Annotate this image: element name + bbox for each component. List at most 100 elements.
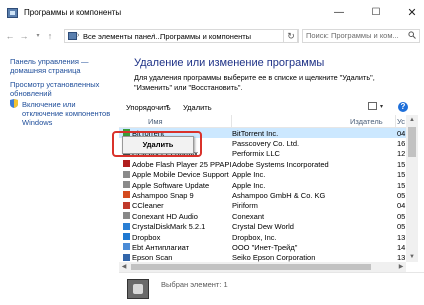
program-name: Ashampoo Snap 9 [132, 190, 194, 200]
horizontal-scrollbar[interactable]: ◀ ▶ [119, 262, 406, 272]
program-name: Ebt Антиплагиат [132, 242, 190, 252]
program-icon [123, 191, 130, 199]
program-icon [127, 279, 149, 299]
program-version: 04 [397, 201, 406, 211]
breadcrumb-separator: › [153, 32, 156, 39]
search-input[interactable]: Поиск: Программы и ком... [302, 29, 420, 43]
close-button[interactable]: ✕ [398, 4, 424, 22]
program-version: 05 [397, 222, 406, 232]
program-icon [123, 212, 130, 220]
program-name: CrystalDiskMark 5.2.1 [132, 222, 206, 232]
column-header-publisher[interactable]: Издатель [350, 117, 383, 126]
program-icon [123, 233, 130, 240]
program-name: Conexant HD Audio [132, 211, 198, 221]
program-publisher: ООО "Инет-Трейд" [232, 242, 298, 252]
program-version: 13 [397, 232, 406, 242]
program-version: 12 [397, 149, 406, 159]
program-publisher: Dropbox, Inc. [232, 232, 277, 242]
refresh-icon[interactable]: ↻ [283, 29, 299, 43]
column-header-name[interactable]: Имя [148, 117, 163, 126]
programs-icon [7, 8, 18, 18]
help-icon[interactable]: ? [398, 102, 408, 112]
sidebar-link-home[interactable]: Панель управления — домашняя страница [10, 57, 110, 75]
chevron-down-icon[interactable]: ▾ [380, 103, 383, 110]
page-title: Удаление или изменение программы [134, 57, 325, 69]
table-row[interactable]: Ebt Антиплагиат ООО "Инет-Трейд" 14 [119, 242, 406, 252]
table-row[interactable]: Apple Mobile Device Support Apple Inc. 15 [119, 170, 406, 180]
program-version: 04 [397, 128, 406, 138]
table-header: Имя Издатель Ус [119, 115, 406, 128]
table-row[interactable]: Adobe Flash Player 25 PPAPI Adobe Systems… [119, 159, 406, 169]
forward-arrow-icon[interactable]: → [18, 30, 30, 42]
breadcrumb-all-items[interactable]: Все элементы панел... [83, 32, 162, 41]
breadcrumb-programs[interactable]: Программы и компоненты [160, 32, 251, 41]
table-row[interactable]: Conexant HD Audio Conexant 05 [119, 211, 406, 221]
search-placeholder: Поиск: Программы и ком... [306, 31, 399, 40]
program-icon [123, 243, 130, 251]
minimize-button[interactable]: — [325, 4, 353, 22]
table-row[interactable]: CCleaner Piriform 04 [119, 201, 406, 211]
scroll-thumb[interactable] [408, 127, 416, 157]
program-publisher: Performix LLC [232, 149, 280, 159]
up-arrow-icon[interactable]: ↑ [44, 30, 56, 42]
program-name: Adobe Flash Player 25 PPAPI [132, 159, 232, 169]
shield-icon [10, 99, 18, 108]
selection-status: Выбран элемент: 1 [161, 280, 228, 289]
program-publisher: Seiko Epson Corporation [232, 253, 316, 262]
scroll-up-arrow-icon[interactable]: ▲ [406, 115, 418, 125]
organize-button[interactable]: Упорядочить [126, 103, 171, 112]
recent-locations-chevron-icon[interactable]: ▾ [32, 30, 44, 42]
program-publisher: Apple Inc. [232, 170, 266, 180]
breadcrumb-separator: › [77, 32, 80, 39]
scroll-down-arrow-icon[interactable]: ▼ [406, 252, 418, 262]
scroll-left-arrow-icon[interactable]: ◀ [119, 262, 129, 272]
program-name: Epson Scan [132, 253, 173, 262]
program-name: Apple Software Update [132, 180, 210, 190]
program-publisher: Passcovery Co. Ltd. [232, 138, 300, 148]
column-divider[interactable] [395, 115, 396, 127]
address-bar[interactable]: › Все элементы панел... › Программы и ко… [64, 29, 298, 43]
table-row[interactable]: Apple Software Update Apple Inc. 15 [119, 180, 406, 190]
sidebar-link-updates[interactable]: Просмотр установленных обновлений [10, 80, 110, 98]
table-row[interactable]: CrystalDiskMark 5.2.1 Crystal Dew World 05 [119, 222, 406, 232]
uninstall-button[interactable]: Удалить [183, 103, 212, 112]
back-arrow-icon[interactable]: ← [4, 30, 16, 42]
program-version: 15 [397, 170, 406, 180]
scroll-right-arrow-icon[interactable]: ▶ [396, 262, 406, 272]
table-row[interactable]: Dropbox Dropbox, Inc. 13 [119, 232, 406, 242]
program-version: 15 [397, 180, 406, 190]
program-name: Apple Mobile Device Support [132, 170, 229, 180]
program-icon [123, 222, 130, 230]
control-panel-icon [68, 32, 77, 40]
program-icon [123, 201, 130, 209]
table-row[interactable]: Ashampoo Snap 9 Ashampoo GmbH & Co. KG 05 [119, 190, 406, 200]
program-version: 16 [397, 138, 406, 148]
scroll-thumb[interactable] [131, 264, 371, 270]
sidebar-link-windows-features[interactable]: Включение или отключение компонентов Win… [22, 100, 118, 127]
program-publisher: Crystal Dew World [232, 222, 294, 232]
program-icon [123, 170, 130, 178]
program-name: CCleaner [132, 201, 164, 211]
chevron-down-icon[interactable]: ▾ [166, 103, 169, 110]
program-name: Dropbox [132, 232, 161, 242]
view-options-icon[interactable] [368, 102, 377, 110]
vertical-scrollbar[interactable]: ▲ ▼ [406, 115, 418, 262]
highlight-frame [112, 131, 202, 157]
maximize-button[interactable]: ☐ [362, 4, 390, 22]
program-version: 05 [397, 211, 406, 221]
table-row[interactable]: Epson Scan Seiko Epson Corporation 13 [119, 253, 406, 262]
program-version: 05 [397, 190, 406, 200]
program-publisher: Conexant [232, 211, 265, 221]
program-icon [123, 160, 130, 168]
program-version: 14 [397, 242, 406, 252]
program-icon [123, 253, 130, 261]
column-divider[interactable] [231, 115, 232, 127]
program-publisher: Apple Inc. [232, 180, 266, 190]
program-publisher: Ashampoo GmbH & Co. KG [232, 190, 326, 200]
program-version: 13 [397, 253, 406, 262]
program-publisher: Piriform [232, 201, 258, 211]
column-header-version[interactable]: Ус [397, 117, 405, 126]
window-title: Программы и компоненты [24, 8, 122, 17]
program-icon [123, 181, 130, 188]
program-version: 15 [397, 159, 406, 169]
